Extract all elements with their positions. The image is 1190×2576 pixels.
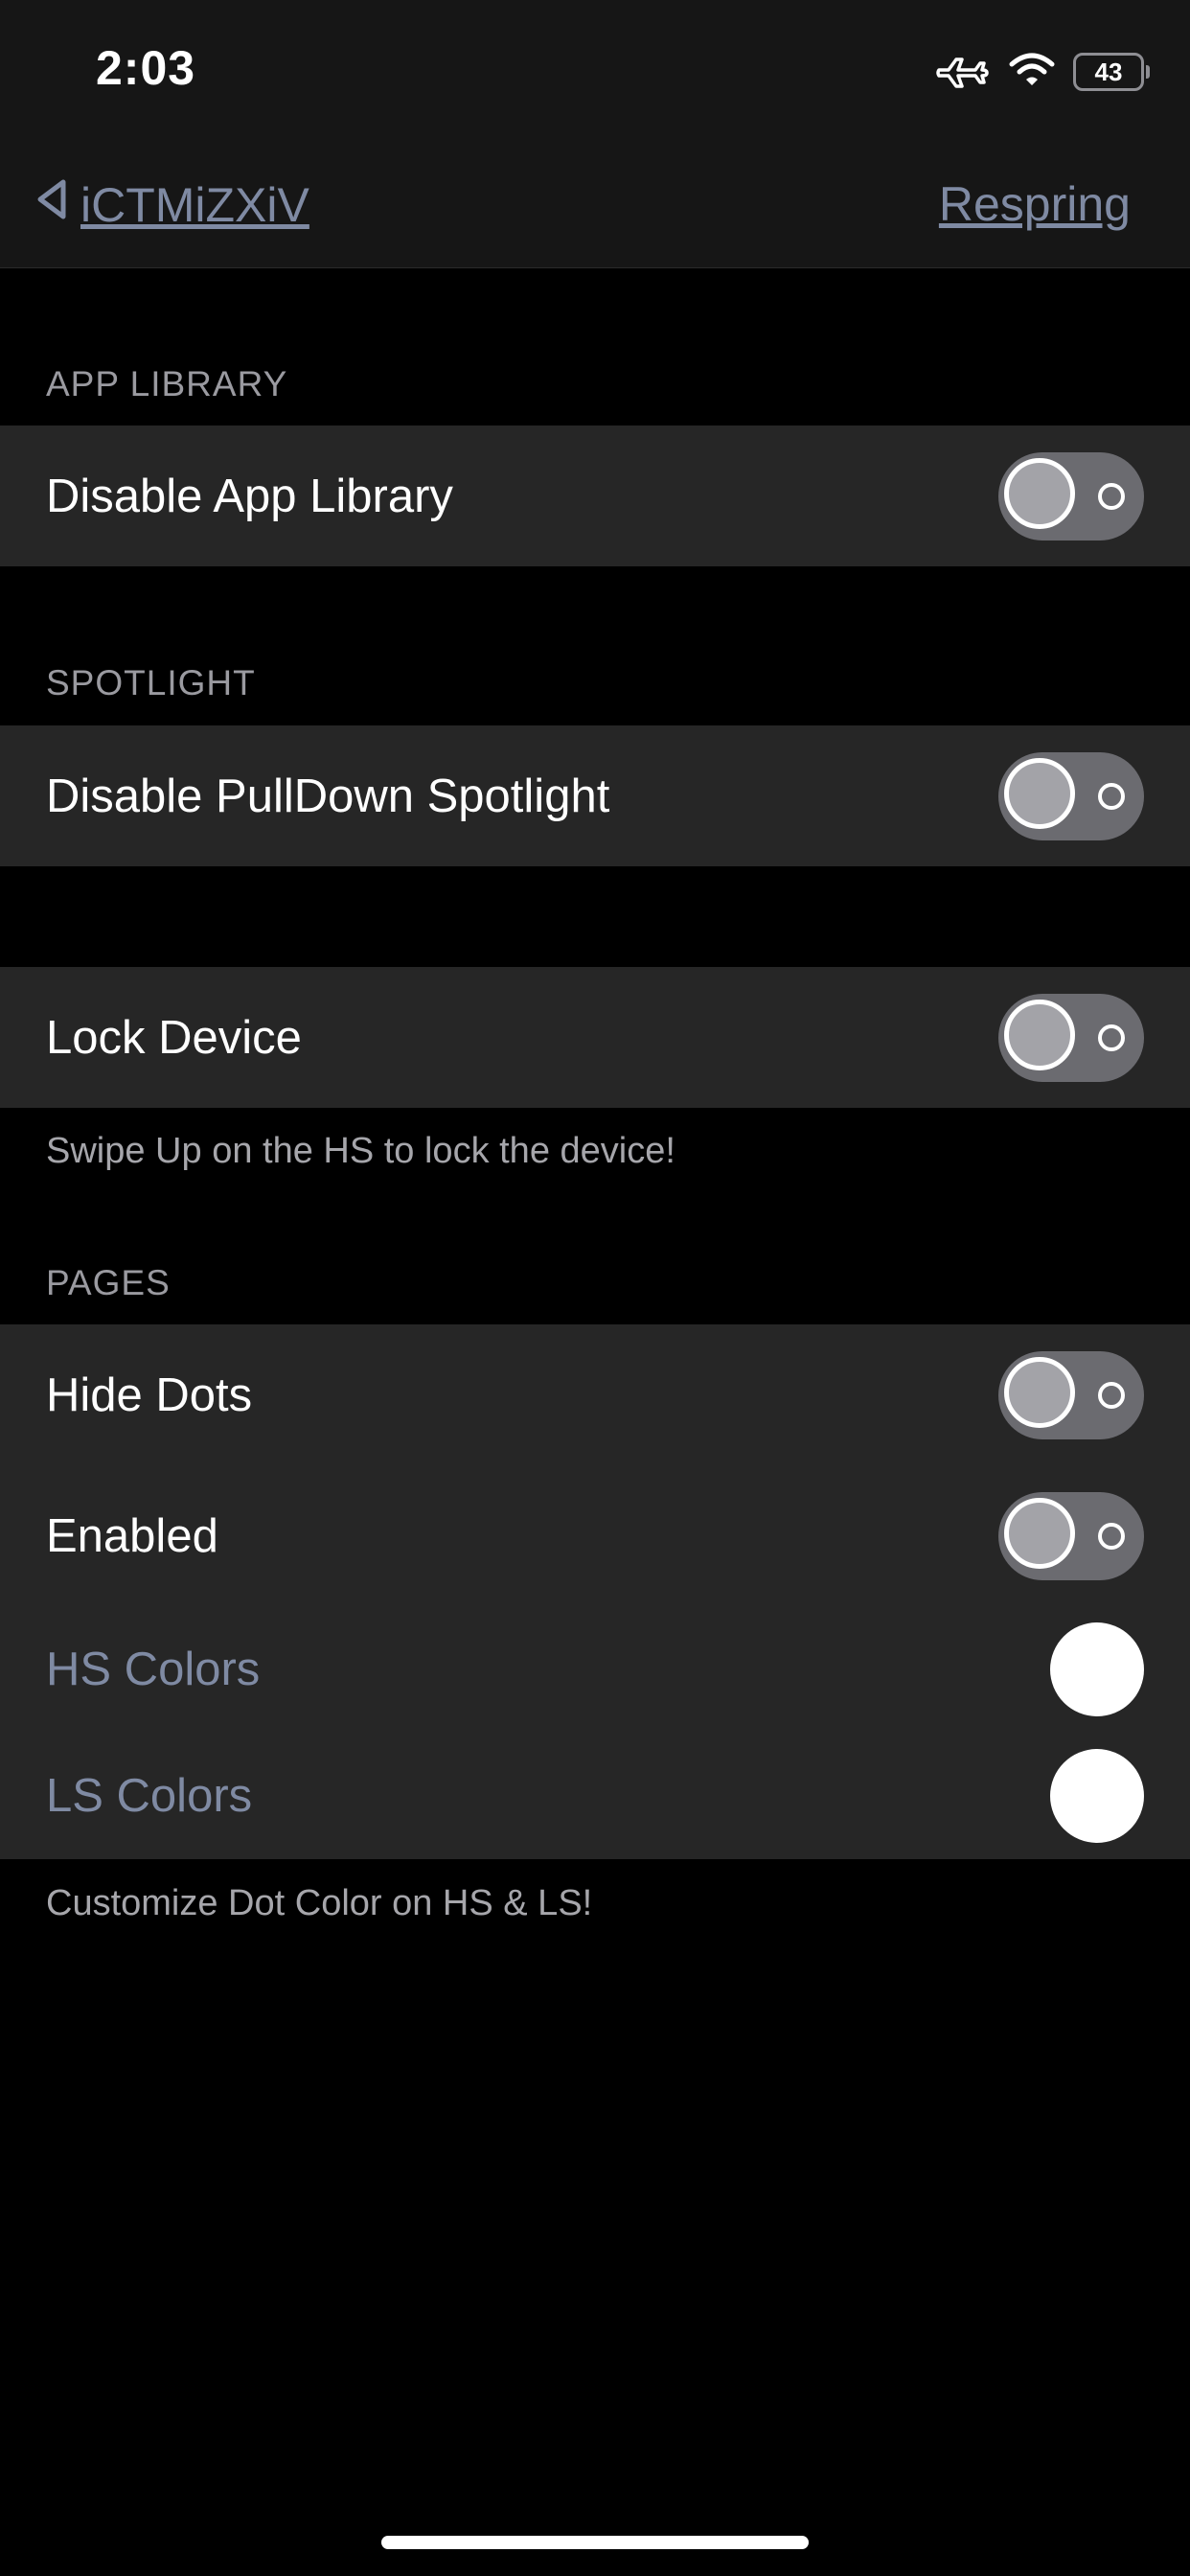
navigation-bar: iCTMiZXiV Respring	[0, 144, 1190, 268]
row-disable-app-library: Disable App Library	[0, 426, 1190, 566]
toggle-off-indicator-icon	[1098, 1024, 1125, 1051]
row-label: Enabled	[46, 1509, 218, 1562]
disable-app-library-toggle[interactable]	[998, 452, 1144, 540]
toggle-knob	[1004, 458, 1075, 529]
lock-section-footer: Swipe Up on the HS to lock the device!	[46, 1131, 675, 1171]
ls-colors-label[interactable]: LS Colors	[46, 1769, 252, 1823]
back-chevron-icon	[33, 176, 71, 234]
row-disable-pulldown-spotlight: Disable PullDown Spotlight	[0, 725, 1190, 866]
pages-section-footer: Customize Dot Color on HS & LS!	[46, 1883, 593, 1923]
row-label: Hide Dots	[46, 1368, 253, 1421]
lock-group: Lock Device	[0, 967, 1190, 1108]
respring-button[interactable]: Respring	[939, 176, 1131, 232]
status-bar: 2:03 43	[0, 0, 1190, 144]
home-indicator[interactable]	[381, 2536, 809, 2549]
toggle-knob	[1004, 758, 1075, 829]
battery-icon: 43	[1073, 53, 1150, 91]
hs-colors-label[interactable]: HS Colors	[46, 1643, 260, 1696]
toggle-knob	[1004, 1000, 1075, 1070]
toggle-off-indicator-icon	[1098, 783, 1125, 810]
section-header-pages: PAGES	[46, 1263, 171, 1302]
spotlight-group: Disable PullDown Spotlight	[0, 725, 1190, 866]
row-label: Disable PullDown Spotlight	[46, 770, 610, 822]
row-lock-device: Lock Device	[0, 967, 1190, 1108]
row-label: Lock Device	[46, 1011, 302, 1064]
battery-level: 43	[1094, 57, 1123, 86]
airplane-icon	[935, 48, 991, 97]
row-hide-dots: Hide Dots	[0, 1324, 1190, 1465]
toggle-knob	[1004, 1498, 1075, 1569]
hide-dots-toggle[interactable]	[998, 1351, 1144, 1439]
toggle-off-indicator-icon	[1098, 1382, 1125, 1409]
app-library-group: Disable App Library	[0, 426, 1190, 566]
hs-color-swatch[interactable]	[1050, 1622, 1144, 1716]
toggle-off-indicator-icon	[1098, 483, 1125, 510]
section-header-spotlight: SPOTLIGHT	[46, 663, 256, 702]
status-time: 2:03	[96, 41, 196, 95]
row-ls-colors[interactable]: LS Colors	[0, 1733, 1190, 1859]
row-label: Disable App Library	[46, 470, 453, 522]
row-hs-colors[interactable]: HS Colors	[0, 1606, 1190, 1733]
section-header-app-library: APP LIBRARY	[46, 364, 288, 403]
back-button[interactable]: iCTMiZXiV	[33, 176, 309, 234]
lock-device-toggle[interactable]	[998, 994, 1144, 1082]
disable-pulldown-spotlight-toggle[interactable]	[998, 752, 1144, 840]
back-button-label: iCTMiZXiV	[80, 178, 309, 232]
ls-color-swatch[interactable]	[1050, 1749, 1144, 1843]
enabled-toggle[interactable]	[998, 1492, 1144, 1580]
toggle-knob	[1004, 1357, 1075, 1428]
row-enabled: Enabled	[0, 1465, 1190, 1606]
toggle-off-indicator-icon	[1098, 1523, 1125, 1550]
status-icons: 43	[935, 46, 1150, 98]
wifi-icon	[1008, 51, 1056, 94]
pages-group: Hide Dots Enabled HS Colors LS Colors	[0, 1324, 1190, 1859]
